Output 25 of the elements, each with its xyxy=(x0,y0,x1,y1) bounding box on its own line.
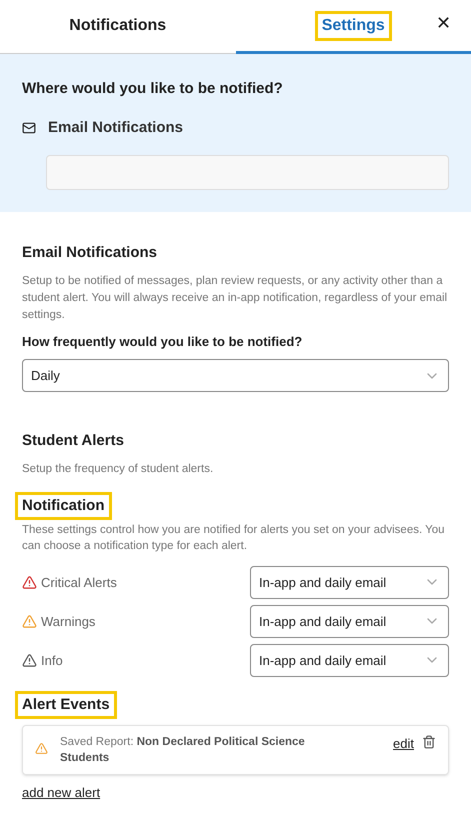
email-field[interactable] xyxy=(46,155,449,190)
edit-link[interactable]: edit xyxy=(393,734,414,754)
section-title: Student Alerts xyxy=(22,431,125,451)
section-title: Email Notifications xyxy=(22,243,158,263)
alert-event-text: Saved Report: Non Declared Political Science Students xyxy=(60,734,306,766)
section-question: Where would you like to be notified? xyxy=(22,79,284,99)
notification-type-select[interactable]: In-app and daily email xyxy=(250,644,449,677)
tab[interactable]: Notifications xyxy=(0,0,236,54)
notification-type-select[interactable]: In-app and daily email xyxy=(250,566,449,599)
section-description: Setup the frequency of student alerts. xyxy=(22,462,214,476)
subsection-title: Notification xyxy=(18,494,108,518)
section-description: Setup to be notified of messages, plan review requests, or any activity other than a student alert. You will always receive an in-app notification, regardless of your email settings. xyxy=(22,274,448,322)
notification-type-select[interactable]: In-app and daily email xyxy=(250,604,449,638)
alert-type-label: Info xyxy=(41,652,63,670)
trash-icon[interactable] xyxy=(422,734,436,749)
alert-type-label: Critical Alerts xyxy=(41,574,117,592)
channel-label: Email Notifications xyxy=(48,118,184,138)
question-label: How frequently would you like to be notified? xyxy=(22,332,304,351)
close-button[interactable]: ✕ xyxy=(436,14,451,32)
subsection-title: Alert Events xyxy=(18,694,114,716)
frequency-select[interactable]: Daily xyxy=(22,359,449,392)
section-description: These settings control how you are notified for alerts you set on your advisees. You can choose a notification type for each alert. xyxy=(22,522,446,554)
mail-icon xyxy=(22,120,36,135)
alert-type-label: Warnings xyxy=(41,612,96,631)
add-alert-link[interactable]: add new alert xyxy=(22,782,100,802)
